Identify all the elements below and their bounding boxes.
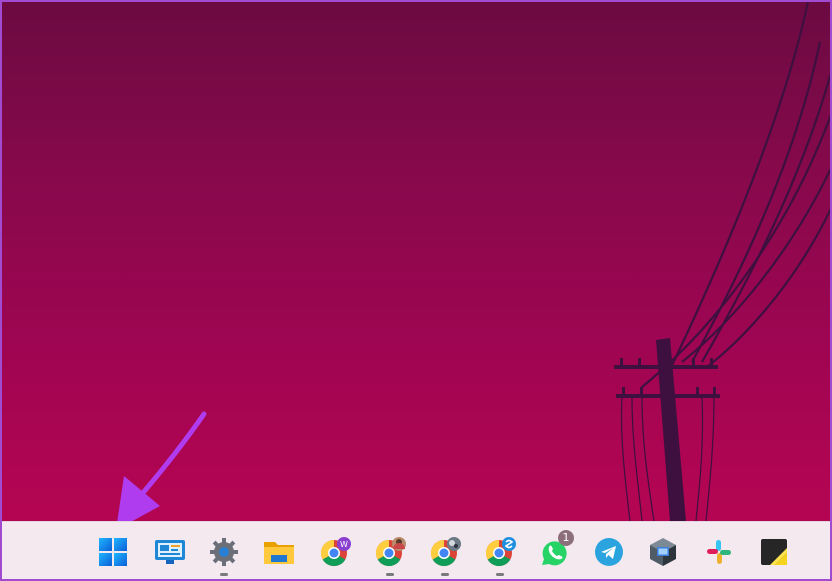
- taskbar-sticky-notes[interactable]: [754, 532, 794, 572]
- taskbar-slack[interactable]: [699, 532, 739, 572]
- taskbar-file-explorer[interactable]: [259, 532, 299, 572]
- folder-icon: [264, 542, 294, 564]
- windows-logo-icon: [99, 538, 127, 566]
- desktop-screen: W 1: [0, 0, 832, 581]
- start-button[interactable]: [93, 532, 133, 572]
- chrome-icon: [430, 537, 461, 567]
- taskbar-chrome-profile-photo-2[interactable]: [425, 532, 465, 576]
- running-indicator: [386, 573, 394, 576]
- sticky-notes-icon: [761, 539, 787, 565]
- notification-badge: 1: [558, 530, 574, 546]
- taskbar-settings[interactable]: [204, 532, 244, 576]
- taskbar-virtualbox[interactable]: [643, 532, 683, 572]
- chrome-icon: [485, 537, 516, 567]
- running-indicator: [496, 573, 504, 576]
- taskbar-chrome-profile-logo[interactable]: [480, 532, 520, 576]
- chrome-icon: [375, 537, 406, 567]
- taskbar: W 1: [2, 521, 830, 579]
- taskbar-widgets-app[interactable]: [150, 532, 190, 572]
- svg-text:W: W: [340, 540, 348, 549]
- taskbar-whatsapp[interactable]: 1: [534, 530, 574, 572]
- taskbar-telegram[interactable]: [589, 532, 629, 572]
- widgets-icon: [155, 540, 185, 564]
- running-indicator: [220, 573, 228, 576]
- callout-arrow: [116, 411, 207, 530]
- virtualbox-icon: [650, 538, 676, 566]
- running-indicator: [441, 573, 449, 576]
- gear-icon: [210, 538, 238, 566]
- taskbar-chrome-profile-photo-1[interactable]: [370, 532, 410, 576]
- chrome-icon: W: [320, 537, 351, 567]
- taskbar-chrome-profile-w[interactable]: W: [315, 532, 355, 572]
- telegram-icon: [595, 538, 623, 566]
- slack-icon: [707, 540, 731, 564]
